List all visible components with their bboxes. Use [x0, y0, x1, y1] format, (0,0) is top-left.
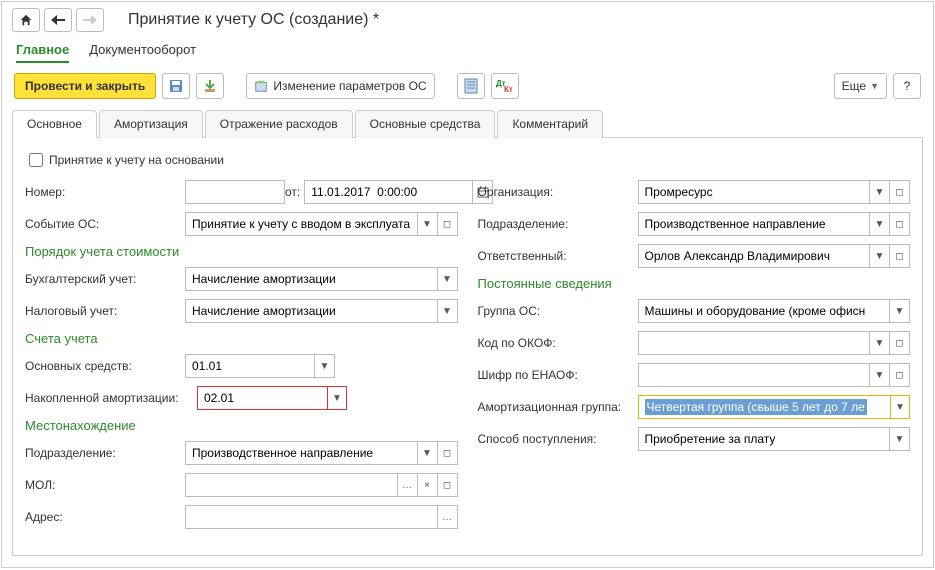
tab-amortization[interactable]: Амортизация — [99, 110, 203, 138]
mol-select[interactable]: … — [398, 473, 418, 497]
tab-comment[interactable]: Комментарий — [497, 110, 603, 138]
group-label: Группа ОС: — [478, 304, 638, 318]
event-input[interactable] — [185, 212, 418, 236]
back-button[interactable] — [44, 8, 72, 32]
nu-input[interactable] — [185, 299, 438, 323]
receipt-label: Способ поступления: — [478, 432, 638, 446]
org-open[interactable]: ◻ — [890, 180, 910, 204]
accounts-section-header: Счета учета — [25, 331, 458, 346]
based-on-label: Принятие к учету на основании — [49, 153, 224, 167]
dept-dropdown[interactable]: ▼ — [418, 441, 438, 465]
cost-section-header: Порядок учета стоимости — [25, 244, 458, 259]
org-label: Организация: — [478, 185, 638, 199]
mol-open[interactable]: ◻ — [438, 473, 458, 497]
addr-label: Адрес: — [25, 510, 185, 524]
enaof-dropdown[interactable]: ▼ — [870, 363, 890, 387]
event-label: Событие ОС: — [25, 217, 185, 231]
dept-open[interactable]: ◻ — [438, 441, 458, 465]
resp-label: Ответственный: — [478, 249, 638, 263]
mode-tab-workflow[interactable]: Документооборот — [89, 42, 196, 63]
enaof-label: Шифр по ЕНАОФ: — [478, 368, 638, 382]
mol-clear[interactable]: × — [418, 473, 438, 497]
from-label: от: — [285, 185, 304, 199]
home-button[interactable] — [12, 8, 40, 32]
mode-tabs: Главное Документооборот — [2, 34, 933, 69]
bu-dropdown[interactable]: ▼ — [438, 267, 458, 291]
tabs: Основное Амортизация Отражение расходов … — [12, 109, 923, 138]
resp-input[interactable] — [638, 244, 871, 268]
report-button[interactable] — [457, 73, 485, 99]
right-dept-dropdown[interactable]: ▼ — [870, 212, 890, 236]
depr-acc-input[interactable] — [197, 386, 328, 410]
receipt-input[interactable] — [638, 427, 891, 451]
okof-dropdown[interactable]: ▼ — [870, 331, 890, 355]
mol-input[interactable] — [185, 473, 398, 497]
org-input[interactable] — [638, 180, 871, 204]
window-title: Принятие к учету ОС (создание) * — [128, 11, 379, 29]
group-input[interactable] — [638, 299, 891, 323]
bu-input[interactable] — [185, 267, 438, 291]
more-label: Еще — [842, 79, 866, 93]
number-input[interactable] — [185, 180, 285, 204]
resp-open[interactable]: ◻ — [890, 244, 910, 268]
amort-group-label: Амортизационная группа: — [478, 400, 638, 414]
depr-acc-dropdown[interactable]: ▼ — [327, 386, 347, 410]
date-input[interactable] — [304, 180, 473, 204]
more-button[interactable]: Еще▼ — [834, 73, 887, 99]
depr-acc-label: Накопленной амортизации: — [25, 391, 197, 405]
right-column: Организация: ▼ ◻ Подразделение: ▼ ◻ — [478, 180, 911, 537]
const-section-header: Постоянные сведения — [478, 276, 911, 291]
org-dropdown[interactable]: ▼ — [870, 180, 890, 204]
tab-expense[interactable]: Отражение расходов — [205, 110, 353, 138]
group-dropdown[interactable]: ▼ — [890, 299, 910, 323]
right-dept-open[interactable]: ◻ — [890, 212, 910, 236]
right-dept-label: Подразделение: — [478, 217, 638, 231]
event-open[interactable]: ◻ — [438, 212, 458, 236]
right-dept-input[interactable] — [638, 212, 871, 236]
okof-input[interactable] — [638, 331, 871, 355]
receipt-dropdown[interactable]: ▼ — [890, 427, 910, 451]
bu-label: Бухгалтерский учет: — [25, 272, 185, 286]
based-on-checkbox[interactable] — [29, 153, 43, 167]
fa-acc-input[interactable] — [185, 354, 315, 378]
amort-group-value: Четвертая группа (свыше 5 лет до 7 ле — [645, 399, 867, 415]
dept-label: Подразделение: — [25, 446, 185, 460]
tab-assets[interactable]: Основные средства — [355, 110, 496, 138]
mol-label: МОЛ: — [25, 478, 185, 492]
nu-dropdown[interactable]: ▼ — [438, 299, 458, 323]
post-and-close-button[interactable]: Провести и закрыть — [14, 73, 156, 99]
tab-main[interactable]: Основное — [12, 110, 97, 138]
okof-label: Код по ОКОФ: — [478, 336, 638, 350]
addr-select[interactable]: … — [438, 505, 458, 529]
okof-open[interactable]: ◻ — [890, 331, 910, 355]
left-column: Номер: от: Событие ОС: — [25, 180, 458, 537]
enaof-open[interactable]: ◻ — [890, 363, 910, 387]
top-nav: Принятие к учету ОС (создание) * — [2, 2, 933, 34]
document-window: Принятие к учету ОС (создание) * Главное… — [1, 1, 934, 568]
dept-input[interactable] — [185, 441, 418, 465]
dtkt-button[interactable]: ДтКт — [491, 73, 519, 99]
svg-text:Кт: Кт — [504, 85, 513, 93]
number-label: Номер: — [25, 185, 185, 199]
resp-dropdown[interactable]: ▼ — [870, 244, 890, 268]
forward-button[interactable] — [76, 8, 104, 32]
post-button[interactable] — [196, 73, 224, 99]
addr-input[interactable] — [185, 505, 438, 529]
fa-acc-dropdown[interactable]: ▼ — [315, 354, 335, 378]
nu-label: Налоговый учет: — [25, 304, 185, 318]
fa-acc-label: Основных средств: — [25, 359, 185, 373]
help-button[interactable]: ? — [893, 73, 921, 99]
amort-group-dropdown[interactable]: ▼ — [890, 395, 910, 419]
change-params-label: Изменение параметров ОС — [273, 79, 426, 93]
amort-group-input[interactable]: Четвертая группа (свыше 5 лет до 7 ле — [638, 395, 892, 419]
form-area: Принятие к учету на основании Номер: от: — [12, 138, 923, 556]
event-dropdown[interactable]: ▼ — [418, 212, 438, 236]
location-section-header: Местонахождение — [25, 418, 458, 433]
save-button[interactable] — [162, 73, 190, 99]
change-params-button[interactable]: Изменение параметров ОС — [246, 73, 434, 99]
enaof-input[interactable] — [638, 363, 871, 387]
mode-tab-main[interactable]: Главное — [16, 42, 69, 63]
toolbar: Провести и закрыть Изменение параметров … — [2, 69, 933, 109]
